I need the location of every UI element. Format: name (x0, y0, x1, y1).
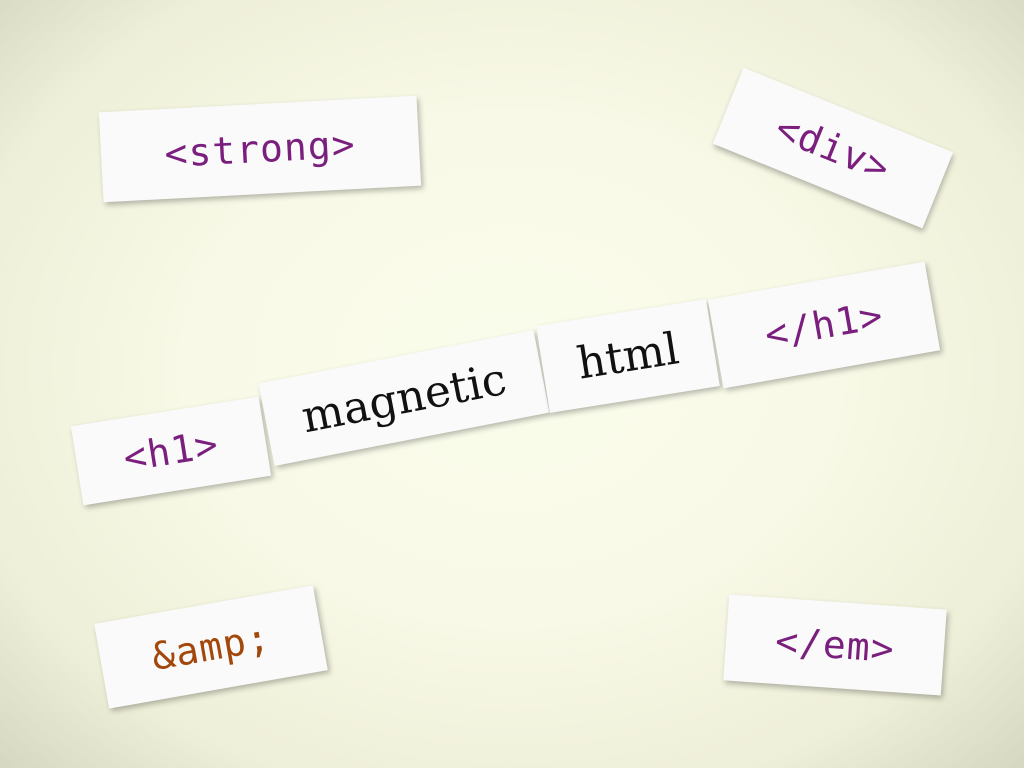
magnet-h1-close-text: </h1> (761, 292, 887, 358)
magnet-em-close[interactable]: </em> (723, 594, 947, 696)
magnet-amp-text: &amp; (148, 614, 274, 680)
magnet-em-close-text: </em> (773, 618, 897, 672)
magnet-html[interactable]: html (536, 299, 720, 413)
fridge-board: { "colors": { "tag": "#7a1f7d", "entity"… (0, 0, 1024, 768)
magnet-strong-text: <strong> (163, 122, 357, 176)
magnet-div[interactable]: <div> (712, 67, 954, 229)
magnet-h1-close[interactable]: </h1> (707, 261, 941, 389)
magnet-h1-open[interactable]: <h1> (70, 396, 272, 506)
magnet-magnetic-text: magnetic (297, 353, 511, 443)
magnet-html-text: html (573, 322, 683, 390)
magnet-h1-open-text: <h1> (120, 421, 222, 481)
magnet-amp[interactable]: &amp; (94, 585, 328, 709)
magnet-div-text: <div> (769, 105, 897, 191)
magnet-magnetic[interactable]: magnetic (258, 330, 550, 466)
magnet-strong[interactable]: <strong> (98, 95, 422, 203)
